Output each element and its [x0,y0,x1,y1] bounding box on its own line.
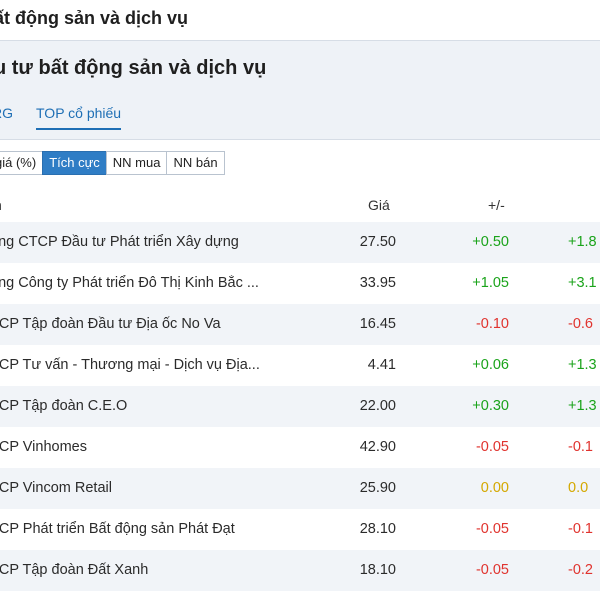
stock-panel: u tư bất động sản và dịch vụ RG TOP cổ p… [0,41,600,600]
tab-rg[interactable]: RG [0,105,13,130]
stock-name[interactable]: ông CTCP Đầu tư Phát triển Xây dựng [0,234,286,250]
filter-group: giá (%) Tích cực NN mua NN bán [0,151,225,176]
table-row[interactable]: TCP Vinhomes 42.90 -0.05 -0.1 [0,427,600,468]
stock-change: +0.50 [472,234,509,250]
stock-change: 0.00 [480,480,509,496]
table-row[interactable]: ông Công ty Phát triển Đô Thị Kinh Bắc .… [0,263,600,304]
stock-change: -0.05 [475,439,509,455]
stock-price: 27.50 [359,234,396,250]
panel-title: u tư bất động sản và dịch vụ [0,57,267,79]
stock-price: 16.45 [359,316,396,332]
column-header-price[interactable]: Giá [368,197,390,213]
section-title: ất động sản và dịch vụ [0,8,189,28]
stock-name[interactable]: TCP Tư vấn - Thương mại - Dịch vụ Địa... [0,357,286,373]
stock-price: 22.00 [359,398,396,414]
panel-header: u tư bất động sản và dịch vụ RG TOP cổ p… [0,41,600,140]
table-row[interactable]: TCP Phát triển Bất động sản Phát Đạt 28.… [0,509,600,550]
stock-name[interactable]: TCP Vinhomes [0,439,286,455]
table-header: n Giá +/- [0,189,600,221]
stock-price: 33.95 [359,275,396,291]
stock-change-percent: +1.3 [568,398,597,414]
filter-foreign-sell-button[interactable]: NN bán [166,151,225,175]
stock-price: 28.10 [359,521,396,537]
table-row[interactable]: TCP Tập đoàn Đất Xanh 18.10 -0.05 -0.2 [0,550,600,591]
column-header-change[interactable]: +/- [488,197,505,213]
column-header-name[interactable]: n [0,197,2,213]
stock-change: -0.05 [475,521,509,537]
stock-price: 18.10 [359,562,396,578]
stock-name[interactable]: TCP Vincom Retail [0,480,286,496]
filter-price-percent-button[interactable]: giá (%) [0,151,44,175]
stock-name[interactable]: ông Công ty Phát triển Đô Thị Kinh Bắc .… [0,275,286,291]
tab-top-stocks[interactable]: TOP cổ phiếu [36,105,122,130]
stock-change-percent: 0.0 [568,480,589,496]
filter-foreign-buy-button[interactable]: NN mua [105,151,168,175]
top-header: ất động sản và dịch vụ [0,0,600,41]
table-row[interactable]: TCP Tư vấn - Thương mại - Dịch vụ Địa...… [0,345,600,386]
stock-change: -0.05 [475,562,509,578]
table-row[interactable]: TCP Vincom Retail 25.90 0.00 0.0 [0,468,600,509]
stock-name[interactable]: TCP Tập đoàn C.E.O [0,398,286,414]
stock-change-percent: -0.2 [568,562,593,578]
stock-change-percent: -0.1 [568,439,593,455]
stock-change-percent: +3.1 [568,275,597,291]
stock-name[interactable]: TCP Phát triển Bất động sản Phát Đạt [0,521,286,537]
table-row[interactable]: TCP Tập đoàn Đầu tư Địa ốc No Va 16.45 -… [0,304,600,345]
stock-change-percent: -0.6 [568,316,593,332]
stock-name[interactable]: TCP Tập đoàn Đầu tư Địa ốc No Va [0,316,286,332]
stock-price: 4.41 [367,357,396,373]
stock-name[interactable]: TCP Tập đoàn Đất Xanh [0,562,286,578]
table-row[interactable]: ông CTCP Đầu tư Phát triển Xây dựng 27.5… [0,222,600,263]
stock-change: +0.30 [472,398,509,414]
stock-change: +0.06 [472,357,509,373]
stock-price: 42.90 [359,439,396,455]
stock-price: 25.90 [359,480,396,496]
table-row[interactable]: TCP Tập đoàn C.E.O 22.00 +0.30 +1.3 [0,386,600,427]
stock-change-percent: +1.3 [568,357,597,373]
stock-table: ông CTCP Đầu tư Phát triển Xây dựng 27.5… [0,222,600,591]
filter-positive-button[interactable]: Tích cực [42,151,107,175]
stock-change-percent: +1.8 [568,234,597,250]
stock-change-percent: -0.1 [568,521,593,537]
stock-change: -0.10 [475,316,509,332]
stock-change: +1.05 [472,275,509,291]
